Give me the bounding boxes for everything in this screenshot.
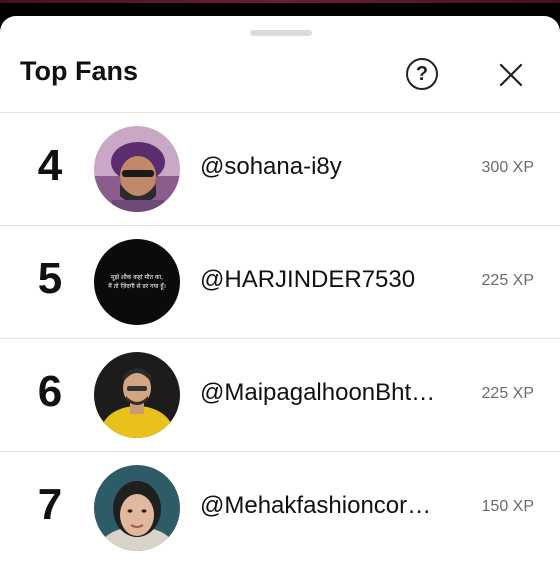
- avatar[interactable]: [94, 126, 180, 212]
- fan-row[interactable]: 7 @Mehakfashioncor… 150 XP: [0, 452, 560, 564]
- fan-xp: 225 XP: [481, 272, 534, 289]
- fan-username[interactable]: @Mehakfashioncor…: [200, 492, 445, 520]
- avatar-quote: मुझे शौक कहां मौत का, मैं तो ज़िंदगी से …: [94, 239, 180, 325]
- help-icon: ?: [415, 62, 429, 85]
- avatar-quote-line: मैं तो ज़िंदगी से डर गया हूँ।: [108, 283, 166, 290]
- avatar[interactable]: मुझे शौक कहां मौत का, मैं तो ज़िंदगी से …: [94, 239, 180, 325]
- fan-row[interactable]: 4 @sohana-i8y 300 XP: [0, 113, 560, 225]
- fan-xp: 150 XP: [481, 498, 534, 515]
- status-bar: [0, 0, 560, 16]
- avatar[interactable]: [94, 352, 180, 438]
- fan-rank: 4: [37, 141, 63, 190]
- avatar-quote-line: मुझे शौक कहां मौत का,: [111, 274, 163, 281]
- sheet-title: Top Fans: [20, 56, 138, 86]
- fan-username[interactable]: @MaipagalhoonBht…: [200, 379, 445, 407]
- sheet-header: Top Fans ?: [0, 46, 560, 110]
- close-icon: [499, 63, 523, 87]
- drag-handle[interactable]: [250, 30, 312, 36]
- fan-xp: 225 XP: [481, 385, 534, 402]
- avatar[interactable]: [94, 465, 180, 551]
- top-fans-sheet: Top Fans ? 4 @sohana-i8y 300 XP 5 मुझे श…: [0, 16, 560, 576]
- fan-row[interactable]: 6 @MaipagalhoonBht… 225 XP: [0, 339, 560, 451]
- fan-rank: 7: [37, 480, 63, 529]
- fan-rank: 5: [37, 254, 63, 303]
- fan-username[interactable]: @HARJINDER7530: [200, 266, 445, 294]
- help-button[interactable]: ?: [406, 58, 438, 90]
- close-button[interactable]: [494, 58, 528, 92]
- fan-rank: 6: [37, 367, 63, 416]
- fan-username[interactable]: @sohana-i8y: [200, 153, 445, 181]
- fan-row[interactable]: 5 मुझे शौक कहां मौत का, मैं तो ज़िंदगी स…: [0, 226, 560, 338]
- fan-xp: 300 XP: [481, 159, 534, 176]
